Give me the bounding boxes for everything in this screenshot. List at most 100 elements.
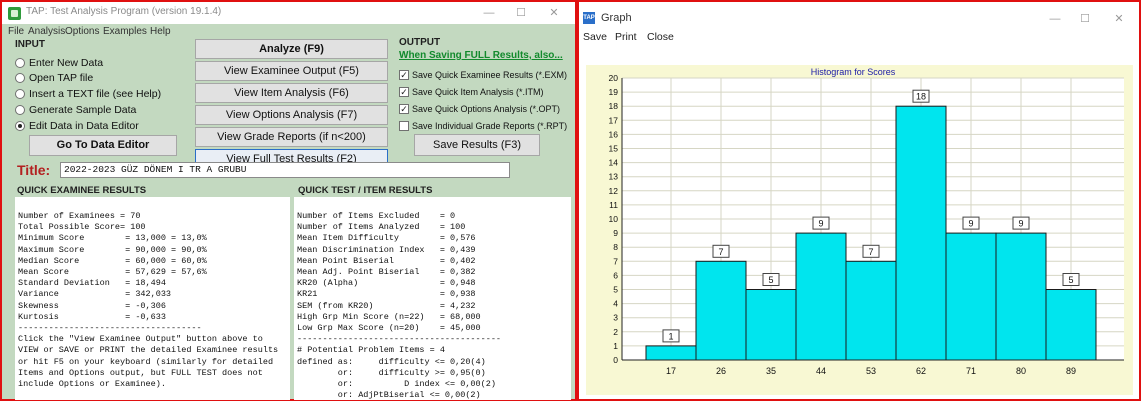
histogram-bar: [845, 260, 897, 361]
option-insert-text-file[interactable]: Insert a TEXT file (see Help): [15, 86, 161, 102]
analyze-button[interactable]: Analyze (F9): [195, 39, 388, 59]
y-tick-label: 8: [613, 242, 618, 252]
bar-value-label: 5: [1068, 275, 1073, 285]
minimize-icon[interactable]: —: [475, 4, 503, 22]
histogram-chart-area: Histogram for Scores 0 1 2 3 4 5 6 7 8 9 10 11 12 13 14…: [586, 65, 1133, 395]
radio-icon[interactable]: [15, 89, 25, 99]
check-label: Save Individual Grade Reports (*.RPT): [412, 121, 568, 131]
y-tick-label: 5: [613, 285, 618, 295]
option-generate-sample-data[interactable]: Generate Sample Data: [15, 102, 136, 118]
minimize-icon[interactable]: —: [1041, 10, 1069, 28]
x-tick-label: 53: [866, 366, 876, 376]
menu-options[interactable]: Options: [65, 26, 99, 37]
y-tick-label: 9: [613, 228, 618, 238]
view-options-analysis-button[interactable]: View Options Analysis (F7): [195, 105, 388, 125]
maximize-icon[interactable]: ☐: [1071, 10, 1099, 28]
graph-window-title: Graph: [601, 12, 632, 24]
y-tick-label: 19: [609, 87, 619, 97]
quick-examinee-results-text[interactable]: Number of Examinees = 70 Total Possible …: [15, 197, 290, 400]
check-label: Save Quick Item Analysis (*.ITM): [412, 87, 544, 97]
bar-value-label: 1: [668, 331, 673, 341]
y-tick-label: 17: [609, 115, 619, 125]
view-item-analysis-button[interactable]: View Item Analysis (F6): [195, 83, 388, 103]
histogram-bar: [895, 105, 947, 361]
y-tick-label: 18: [609, 101, 619, 111]
view-examinee-output-button[interactable]: View Examinee Output (F5): [195, 61, 388, 81]
graph-app-icon: TAP: [583, 12, 595, 24]
option-label: Insert a TEXT file (see Help): [29, 88, 162, 100]
save-quick-options-check[interactable]: Save Quick Options Analysis (*.OPT): [399, 101, 560, 117]
menu-print[interactable]: Print: [615, 31, 637, 43]
histogram-bar: [1045, 289, 1097, 361]
checkbox-checked-icon[interactable]: [399, 87, 409, 97]
checkbox-checked-icon[interactable]: [399, 104, 409, 114]
histogram-bar: [945, 232, 997, 361]
y-tick-label: 14: [609, 158, 619, 168]
radio-icon[interactable]: [15, 105, 25, 115]
graph-window: TAP Graph — ☐ ✕ Save Print Close Histogr…: [577, 0, 1141, 401]
bar-value-label: 9: [1018, 219, 1023, 229]
graph-title-bar: TAP Graph — ☐ ✕: [579, 2, 1139, 30]
y-tick-label: 1: [613, 341, 618, 351]
menu-examples[interactable]: Examples: [103, 26, 147, 37]
x-tick-label: 80: [1016, 366, 1026, 376]
close-icon[interactable]: ✕: [540, 4, 568, 22]
option-label: Open TAP file: [29, 72, 94, 84]
check-label: Save Quick Options Analysis (*.OPT): [412, 104, 561, 114]
menu-close[interactable]: Close: [647, 31, 674, 43]
y-tick-label: 20: [609, 73, 619, 83]
title-label: Title:: [17, 162, 51, 178]
x-tick-label: 17: [666, 366, 676, 376]
option-edit-data-editor[interactable]: Edit Data in Data Editor: [15, 118, 139, 134]
x-tick-label: 35: [766, 366, 776, 376]
x-tick-label: 44: [816, 366, 826, 376]
quick-examinee-heading: QUICK EXAMINEE RESULTS: [17, 185, 147, 196]
save-grade-reports-check[interactable]: Save Individual Grade Reports (*.RPT): [399, 118, 567, 134]
save-results-button[interactable]: Save Results (F3): [414, 134, 540, 156]
bar-value-label: 7: [718, 247, 723, 257]
graph-menu-bar: Save Print Close: [579, 30, 1139, 46]
x-tick-label: 89: [1066, 366, 1076, 376]
option-label: Generate Sample Data: [29, 104, 137, 116]
input-heading: INPUT: [15, 39, 45, 50]
menu-save[interactable]: Save: [583, 31, 607, 43]
option-label: Enter New Data: [29, 57, 104, 69]
menu-analysis[interactable]: Analysis: [28, 26, 65, 37]
histogram-bar: [795, 232, 847, 361]
radio-selected-icon[interactable]: [15, 121, 25, 131]
view-grade-reports-button[interactable]: View Grade Reports (if n<200): [195, 127, 388, 147]
histogram-bar: [695, 260, 747, 361]
tap-menu-bar: File Analysis Options Examples Help: [2, 24, 575, 39]
quick-test-heading: QUICK TEST / ITEM RESULTS: [298, 185, 433, 196]
check-label: Save Quick Examinee Results (*.EXM): [412, 70, 568, 80]
option-enter-new-data[interactable]: Enter New Data: [15, 55, 103, 71]
tap-window-title: TAP: Test Analysis Program (version 19.1…: [26, 6, 222, 17]
bar-value-label: 18: [916, 92, 926, 102]
histogram-chart: Histogram for Scores01234567891011121314…: [609, 67, 1124, 376]
x-tick-label: 26: [716, 366, 726, 376]
y-tick-label: 3: [613, 313, 618, 323]
save-quick-examinee-check[interactable]: Save Quick Examinee Results (*.EXM): [399, 67, 567, 83]
close-icon[interactable]: ✕: [1105, 10, 1133, 28]
bar-value-label: 5: [768, 275, 773, 285]
radio-icon[interactable]: [15, 73, 25, 83]
title-input[interactable]: 2022-2023 GÜZ DÖNEM I TR A GRUBU: [60, 162, 510, 178]
menu-help[interactable]: Help: [150, 26, 171, 37]
option-open-tap-file[interactable]: Open TAP file: [15, 70, 93, 86]
x-tick-label: 62: [916, 366, 926, 376]
go-to-data-editor-button[interactable]: Go To Data Editor: [29, 135, 177, 156]
bar-value-label: 9: [818, 219, 823, 229]
checkbox-icon[interactable]: [399, 121, 409, 131]
maximize-icon[interactable]: ☐: [507, 4, 535, 22]
saving-full-results-link[interactable]: When Saving FULL Results, also...: [399, 50, 563, 61]
quick-test-results-text[interactable]: Number of Items Excluded = 0 Number of I…: [294, 197, 571, 400]
tap-app-icon: [8, 7, 21, 20]
tap-title-bar: TAP: Test Analysis Program (version 19.1…: [2, 2, 575, 24]
option-label: Edit Data in Data Editor: [29, 120, 139, 132]
menu-file[interactable]: File: [8, 26, 24, 37]
bar-value-label: 7: [868, 247, 873, 257]
y-tick-label: 13: [609, 172, 619, 182]
checkbox-checked-icon[interactable]: [399, 70, 409, 80]
save-quick-item-check[interactable]: Save Quick Item Analysis (*.ITM): [399, 84, 544, 100]
radio-icon[interactable]: [15, 58, 25, 68]
